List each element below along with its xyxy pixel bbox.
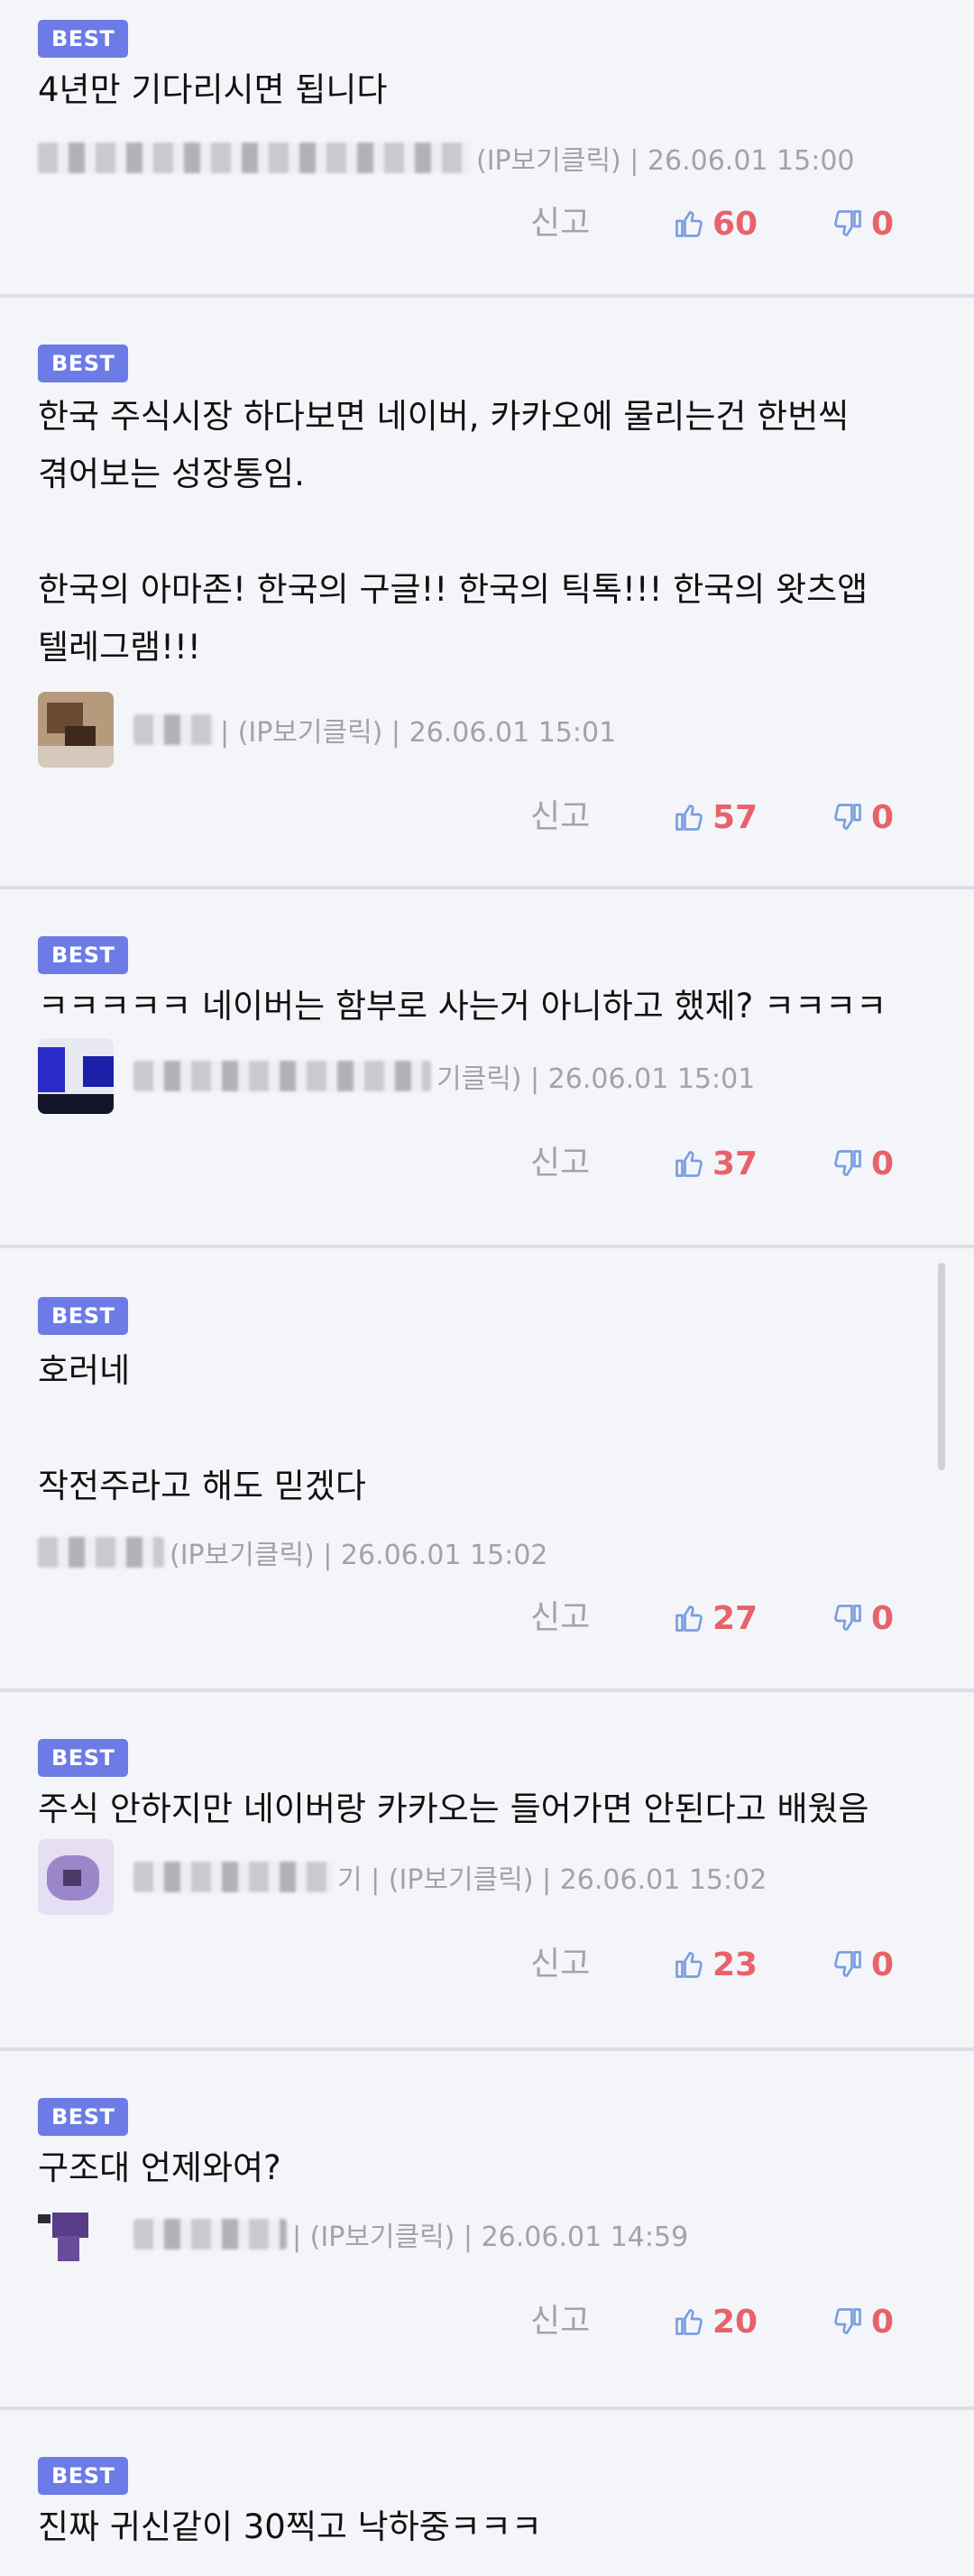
dislike-button[interactable]: 0 [832, 197, 894, 251]
best-badge: BEST [38, 345, 129, 382]
nickname-blurred[interactable] [38, 143, 471, 173]
meta-text[interactable]: (IP보기클릭) | 26.06.01 15:00 [476, 138, 855, 178]
thumbs-down-icon [834, 2308, 861, 2334]
scrollbar[interactable] [938, 1263, 945, 1470]
comment-actions: 신고 37 0 [0, 1136, 974, 1191]
comment-body: 호러네 작전주라고 해도 믿겠다 [38, 1351, 366, 1505]
report-button[interactable]: 신고 [530, 197, 590, 251]
comment-item: BEST 주식 안하지만 네이버랑 카카오는 들어가면 안된다고 배웠음 기 |… [0, 1692, 974, 2051]
best-badge: BEST [38, 2098, 129, 2136]
dislike-button[interactable]: 0 [832, 2295, 894, 2349]
comment-actions: 신고 20 0 [0, 2295, 974, 2349]
report-button[interactable]: 신고 [530, 1937, 590, 1992]
avatar[interactable] [38, 2196, 114, 2272]
dislike-count: 0 [871, 2303, 895, 2341]
report-button[interactable]: 신고 [530, 1591, 590, 1645]
report-button[interactable]: 신고 [530, 790, 590, 844]
report-button[interactable]: 신고 [530, 1136, 590, 1191]
comment-meta: 기클릭) | 26.06.01 15:01 [38, 1038, 755, 1114]
thumbs-down-icon [834, 1605, 861, 1631]
comment-body: 한국 주식시장 하다보면 네이버, 카카오에 물리는건 한번씩 겪어보는 성장통… [38, 397, 868, 667]
comment-actions: 신고 60 0 [0, 197, 974, 251]
nickname-blurred[interactable] [38, 1537, 164, 1568]
comment-item: BEST 호러네 작전주라고 해도 믿겠다 (IP보기클릭) | 26.06.0… [0, 1248, 974, 1692]
thumbs-up-icon [675, 1605, 703, 1632]
comment-meta: (IP보기클릭) | 26.06.01 15:02 [38, 1521, 548, 1584]
comment-body: 구조대 언제와여? [38, 2148, 281, 2187]
thumbs-up-icon [675, 805, 703, 831]
meta-text[interactable]: 기 | (IP보기클릭) | 26.06.01 15:02 [337, 1857, 767, 1897]
like-button[interactable]: 20 [673, 2295, 758, 2349]
like-count: 23 [712, 1946, 758, 1983]
comment-body: 주식 안하지만 네이버랑 카카오는 들어가면 안된다고 배웠음 [38, 1789, 869, 1828]
dislike-count: 0 [871, 1599, 895, 1637]
like-button[interactable]: 27 [673, 1591, 758, 1645]
like-count: 27 [712, 1599, 758, 1637]
dislike-button[interactable]: 0 [832, 1136, 894, 1191]
dislike-button[interactable]: 0 [832, 1937, 894, 1992]
dislike-count: 0 [871, 1145, 895, 1182]
nickname-blurred[interactable] [133, 1061, 431, 1091]
like-button[interactable]: 23 [673, 1937, 758, 1992]
dislike-button[interactable]: 0 [832, 790, 894, 844]
thumbs-up-icon [675, 2309, 703, 2335]
comment-body: 4년만 기다리시면 됩니다 [38, 70, 388, 109]
comment-actions: 신고 23 0 [0, 1937, 974, 1992]
meta-text[interactable]: 기클릭) | 26.06.01 15:01 [436, 1056, 755, 1096]
like-count: 20 [712, 2303, 758, 2341]
thumbs-down-icon [834, 210, 861, 236]
nickname-blurred[interactable] [133, 714, 215, 745]
dislike-count: 0 [871, 798, 895, 836]
comment-item: BEST 구조대 언제와여? | (IP보기클릭) | 26.06.01 14:… [0, 2051, 974, 2410]
comment-actions: 신고 57 0 [0, 790, 974, 844]
comment-meta: | (IP보기클릭) | 26.06.01 14:59 [38, 2196, 688, 2272]
comment-body: 진짜 귀신같이 30찍고 낙하중ㅋㅋㅋ [38, 2507, 542, 2546]
avatar[interactable] [38, 1038, 114, 1114]
like-count: 37 [712, 1145, 758, 1182]
meta-text[interactable]: | (IP보기클릭) | 26.06.01 14:59 [292, 2214, 688, 2254]
dislike-count: 0 [871, 1946, 895, 1983]
comment-body: ㅋㅋㅋㅋㅋ 네이버는 함부로 사는거 아니하고 했제? ㅋㅋㅋㅋ [38, 987, 887, 1026]
thumbs-down-icon [834, 1951, 861, 1977]
thumbs-up-icon [675, 211, 703, 237]
best-badge: BEST [38, 1739, 129, 1777]
dislike-count: 0 [871, 205, 895, 243]
dislike-button[interactable]: 0 [832, 1591, 894, 1645]
thumbs-up-icon [675, 1952, 703, 1978]
comment-meta: 기 | (IP보기클릭) | 26.06.01 15:02 [38, 1839, 767, 1915]
like-button[interactable]: 60 [673, 197, 758, 251]
like-button[interactable]: 37 [673, 1136, 758, 1191]
comment-item: BEST 한국 주식시장 하다보면 네이버, 카카오에 물리는건 한번씩 겪어보… [0, 298, 974, 889]
thumbs-down-icon [834, 804, 861, 830]
comment-item: BEST 4년만 기다리시면 됩니다 (IP보기클릭) | 26.06.01 1… [0, 0, 974, 298]
thumbs-down-icon [834, 1150, 861, 1176]
like-count: 60 [712, 205, 758, 243]
report-button[interactable]: 신고 [530, 2295, 590, 2349]
meta-text[interactable]: (IP보기클릭) | 26.06.01 15:02 [170, 1532, 548, 1572]
thumbs-up-icon [675, 1151, 703, 1177]
nickname-blurred[interactable] [133, 1862, 332, 1892]
like-count: 57 [712, 798, 758, 836]
comment-actions: 신고 27 0 [0, 1591, 974, 1645]
nickname-blurred[interactable] [133, 2219, 287, 2249]
best-badge: BEST [38, 20, 129, 58]
comment-meta: | (IP보기클릭) | 26.06.01 15:01 [38, 692, 616, 768]
like-button[interactable]: 57 [673, 790, 758, 844]
comment-meta: (IP보기클릭) | 26.06.01 15:00 [38, 126, 855, 189]
meta-text[interactable]: | (IP보기클릭) | 26.06.01 15:01 [220, 710, 616, 750]
best-badge: BEST [38, 936, 129, 974]
avatar[interactable] [38, 1839, 114, 1915]
best-badge: BEST [38, 2457, 129, 2495]
best-badge: BEST [38, 1297, 129, 1335]
comment-item: BEST 진짜 귀신같이 30찍고 낙하중ㅋㅋㅋ [0, 2410, 974, 2576]
comment-item: BEST ㅋㅋㅋㅋㅋ 네이버는 함부로 사는거 아니하고 했제? ㅋㅋㅋㅋ 기클… [0, 889, 974, 1248]
avatar[interactable] [38, 692, 114, 768]
